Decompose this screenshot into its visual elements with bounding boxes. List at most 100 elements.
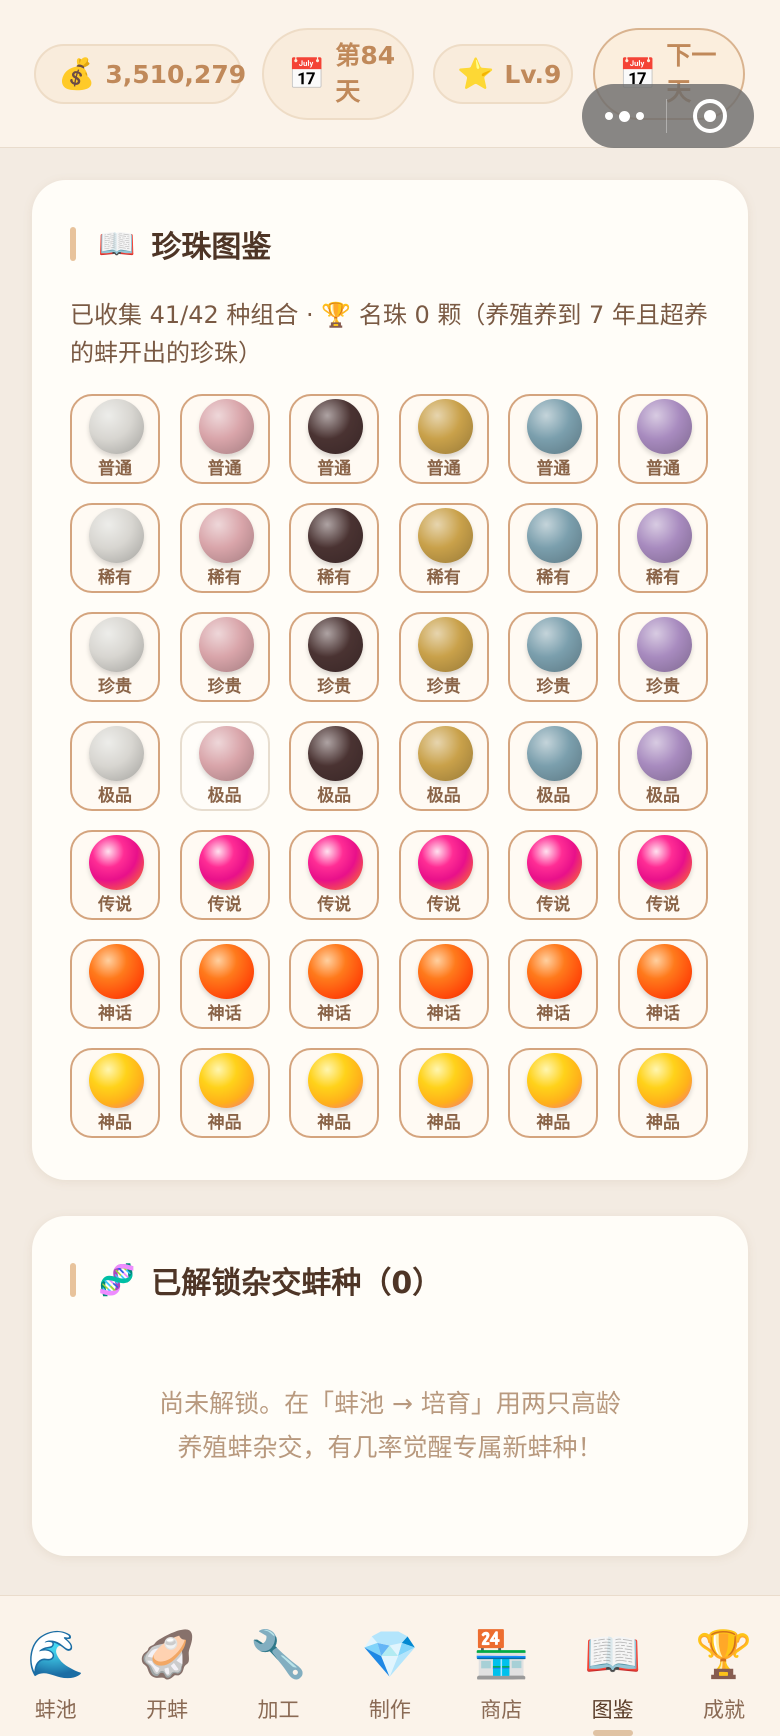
wrench-icon: 🔧: [249, 1627, 308, 1681]
gem-icon: 💎: [361, 1627, 419, 1681]
pearl-cell[interactable]: 神品: [70, 1048, 160, 1138]
nav-item-wrench[interactable]: 🔧 加工: [223, 1596, 334, 1736]
nav-item-label: 开蚌: [146, 1698, 189, 1722]
pearl-cell[interactable]: 神话: [617, 939, 708, 1029]
pearl-grade-label: 传说: [536, 895, 571, 915]
pearl-cell[interactable]: 珍贵: [70, 612, 160, 702]
nav-item-oyster[interactable]: 🦪 开蚌: [111, 1596, 222, 1736]
nav-item-trophy[interactable]: 🏆 成就: [668, 1596, 779, 1736]
pearl-cell[interactable]: 普通: [398, 394, 489, 484]
pearl-cell[interactable]: 稀有: [398, 503, 489, 593]
pearl-gallery-card: 📖 珍珠图鉴 已收集 41/42 种组合 · 🏆 名珠 0 颗（养殖养到 7 年…: [32, 180, 748, 1180]
pearl-cell[interactable]: 普通: [508, 394, 599, 484]
money-bag-icon: 💰: [58, 56, 96, 92]
pearl-cell[interactable]: 珍贵: [508, 612, 599, 702]
pearl-cell[interactable]: 珍贵: [398, 612, 489, 702]
pearl-grade-label: 神话: [317, 1004, 352, 1024]
pearl-icon: [417, 617, 473, 672]
pearl-grade-label: 稀有: [645, 568, 680, 588]
pearl-cell[interactable]: 神品: [289, 1048, 380, 1138]
pearl-cell[interactable]: 稀有: [508, 503, 599, 593]
pearl-cell[interactable]: 传说: [70, 830, 160, 920]
nav-item-label: 成就: [703, 1698, 746, 1722]
pearl-cell[interactable]: 普通: [289, 394, 380, 484]
pearl-grade-label: 珍贵: [207, 677, 242, 697]
day-pill: 📅 第84天: [262, 28, 414, 120]
pearl-grade-label: 神品: [536, 1113, 571, 1133]
pearl-grade-label: 珍贵: [426, 677, 461, 697]
pearl-cell[interactable]: 稀有: [70, 503, 160, 593]
pearl-grade-label: 极品: [317, 786, 352, 806]
pearl-cell[interactable]: 珍贵: [289, 612, 380, 702]
level-label: Lv.9: [504, 59, 562, 89]
pearl-grade-label: 神品: [426, 1113, 461, 1133]
pearl-icon: [308, 617, 364, 672]
pearl-cell[interactable]: 传说: [398, 830, 489, 920]
calendar-icon: 📅: [288, 56, 326, 92]
pearl-cell[interactable]: 神品: [398, 1048, 489, 1138]
day-label: 第84天: [335, 41, 396, 106]
pearl-cell[interactable]: 极品: [70, 721, 160, 811]
close-miniprogram-button[interactable]: [667, 99, 753, 133]
pearl-icon: [417, 944, 473, 999]
pearl-icon: [636, 508, 692, 563]
pearl-cell[interactable]: 传说: [289, 830, 380, 920]
pearl-cell[interactable]: 传说: [617, 830, 708, 920]
book-icon: 📖: [98, 226, 136, 262]
pearl-grid: 普通 普通 普通 普通 普通 普通 稀有 稀有 稀有 稀有 稀有 稀有 珍贵 珍贵 珍贵 珍贵 珍贵 珍贵 极品 极品…: [70, 394, 708, 1138]
pearl-icon: [198, 1053, 254, 1108]
pearl-grade-label: 极品: [207, 786, 242, 806]
more-menu-button[interactable]: [582, 110, 666, 122]
dna-icon: 🧬: [98, 1262, 136, 1298]
more-dots-icon: [604, 112, 613, 120]
pearl-grade-label: 普通: [645, 459, 680, 479]
pearl-grade-label: 普通: [536, 459, 571, 479]
pearl-grade-label: 神话: [536, 1004, 571, 1024]
bottom-nav: 🌊 蚌池 🦪 开蚌 🔧 加工 💎 制作 🏪 商店 📖 图鉴 🏆 成就: [0, 1595, 780, 1736]
pearl-grade-label: 稀有: [426, 568, 461, 588]
pearl-cell[interactable]: 神话: [398, 939, 489, 1029]
pearl-icon: [527, 835, 583, 890]
pearl-cell[interactable]: 稀有: [179, 503, 270, 593]
pearl-cell[interactable]: 极品: [508, 721, 599, 811]
pearl-icon: [417, 1053, 473, 1108]
nav-item-gem[interactable]: 💎 制作: [334, 1596, 445, 1736]
pearl-cell[interactable]: 普通: [70, 394, 160, 484]
pearl-cell[interactable]: 传说: [179, 830, 270, 920]
pearl-cell[interactable]: 神品: [617, 1048, 708, 1138]
nav-item-wave[interactable]: 🌊 蚌池: [0, 1596, 111, 1736]
pearl-cell[interactable]: 稀有: [289, 503, 380, 593]
pearl-cell[interactable]: 珍贵: [617, 612, 708, 702]
pearl-cell[interactable]: 普通: [179, 394, 270, 484]
pearl-cell[interactable]: 极品: [398, 721, 489, 811]
pearl-cell[interactable]: 神品: [508, 1048, 599, 1138]
active-tab-indicator: [592, 1730, 633, 1736]
pearl-cell[interactable]: 传说: [508, 830, 599, 920]
pearl-icon: [636, 399, 692, 454]
pearl-cell[interactable]: 珍贵: [179, 612, 270, 702]
hybrid-species-card: 🧬 已解锁杂交蚌种（0） 尚未解锁。在「蚌池 → 培育」用两只高龄 养殖蚌杂交，…: [32, 1216, 748, 1556]
pearl-grade-label: 珍贵: [98, 677, 132, 697]
pearl-cell[interactable]: 极品: [617, 721, 708, 811]
pearl-icon: [198, 399, 254, 454]
oyster-icon: 🦪: [138, 1627, 196, 1681]
pearl-icon: [89, 1053, 144, 1108]
pearl-cell[interactable]: 极品: [289, 721, 380, 811]
wave-icon: 🌊: [27, 1627, 85, 1681]
pearl-cell[interactable]: 稀有: [617, 503, 708, 593]
pearl-cell[interactable]: 神话: [289, 939, 380, 1029]
pearl-cell[interactable]: 神话: [70, 939, 160, 1029]
pearl-cell[interactable]: 普通: [617, 394, 708, 484]
pearl-cell[interactable]: 神话: [179, 939, 270, 1029]
pearl-cell[interactable]: 神话: [508, 939, 599, 1029]
pearl-cell[interactable]: 神品: [179, 1048, 270, 1138]
pearl-grade-label: 神品: [645, 1113, 680, 1133]
pearl-icon: [527, 399, 583, 454]
store-icon: 🏪: [472, 1627, 530, 1681]
nav-item-book[interactable]: 📖 图鉴: [557, 1596, 668, 1736]
pearl-icon: [89, 617, 144, 672]
nav-item-store[interactable]: 🏪 商店: [446, 1596, 557, 1736]
pearl-icon: [636, 944, 692, 999]
pearl-grade-label: 神话: [98, 1004, 132, 1024]
pearl-cell[interactable]: 极品: [179, 721, 270, 811]
